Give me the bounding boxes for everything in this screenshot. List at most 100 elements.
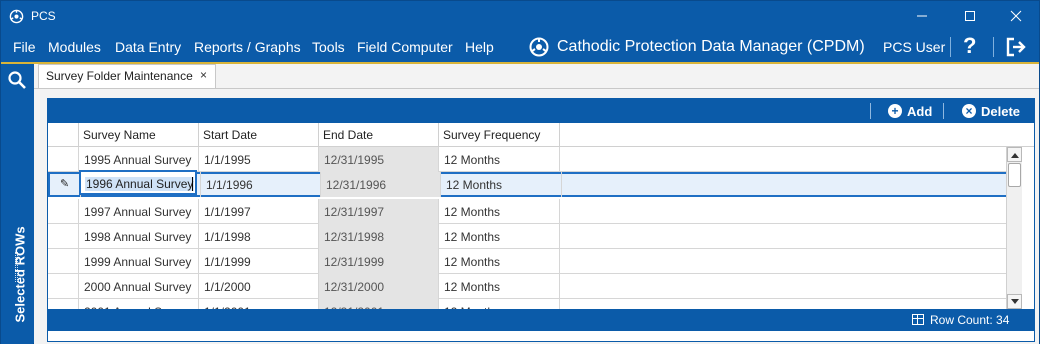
table-row[interactable]: 1999 Annual Survey 1/1/1999 12/31/1999 12 M… bbox=[48, 249, 1008, 274]
survey-data-grid: Survey Name Start Date End Date Survey F… bbox=[48, 123, 1034, 309]
minimize-button[interactable] bbox=[899, 1, 945, 31]
cell-end-date[interactable]: 12/31/2001 bbox=[319, 299, 439, 309]
cell-start-date[interactable]: 1/1/1995 bbox=[199, 147, 319, 172]
row-indicator[interactable] bbox=[48, 274, 79, 299]
row-filler bbox=[560, 147, 1008, 172]
menu-data-entry[interactable]: Data Entry bbox=[115, 39, 181, 55]
table-row[interactable]: 2000 Annual Survey 1/1/2000 12/31/2000 12 M… bbox=[48, 274, 1008, 299]
cell-end-date[interactable]: 12/31/2000 bbox=[319, 274, 439, 299]
row-indicator[interactable] bbox=[48, 224, 79, 249]
table-row[interactable]: 1997 Annual Survey 1/1/1997 12/31/1997 12 M… bbox=[48, 199, 1008, 224]
table-row[interactable]: 1995 Annual Survey 1/1/1995 12/31/1995 12 M… bbox=[48, 147, 1008, 172]
table-row[interactable]: 1998 Annual Survey 1/1/1998 12/31/1998 12 M… bbox=[48, 224, 1008, 249]
delete-button[interactable]: × Delete bbox=[962, 102, 1020, 120]
cell-survey-frequency[interactable]: 12 Months bbox=[439, 274, 560, 299]
window-title: PCS bbox=[31, 9, 56, 23]
cell-survey-frequency[interactable]: 12 Months bbox=[439, 147, 560, 172]
delete-button-label: Delete bbox=[981, 103, 1021, 119]
cell-start-date[interactable]: 1/1/1998 bbox=[199, 224, 319, 249]
row-indicator[interactable] bbox=[48, 199, 79, 224]
cell-survey-frequency[interactable]: 12 Months bbox=[439, 224, 560, 249]
scroll-down-button[interactable] bbox=[1007, 294, 1022, 309]
grid-header: Survey Name Start Date End Date Survey F… bbox=[48, 123, 1034, 147]
scroll-up-button[interactable] bbox=[1007, 147, 1022, 162]
cell-end-date[interactable]: 12/31/1997 bbox=[319, 199, 439, 224]
cell-survey-name[interactable]: 1997 Annual Survey bbox=[79, 199, 199, 224]
cell-end-date[interactable]: 12/31/1996 bbox=[321, 172, 441, 197]
cell-end-date[interactable]: 12/31/1998 bbox=[319, 224, 439, 249]
cell-survey-frequency[interactable]: 12 Months bbox=[439, 249, 560, 274]
row-indicator[interactable] bbox=[48, 299, 79, 309]
cell-survey-frequency[interactable]: 12 Months bbox=[439, 199, 560, 224]
tab-strip-border bbox=[34, 88, 1039, 89]
user-name[interactable]: PCS User bbox=[883, 39, 945, 55]
table-row[interactable]: ✎ 1996 Annual Survey 1/1/1996 12/31/1996 12 … bbox=[48, 170, 1010, 197]
cell-survey-name[interactable]: 1999 Annual Survey bbox=[79, 249, 199, 274]
close-window-button[interactable] bbox=[993, 1, 1039, 31]
content-area: Survey Folder Maintenance × + Add × Dele… bbox=[34, 64, 1039, 344]
cell-end-date[interactable]: 12/31/1999 bbox=[319, 249, 439, 274]
row-indicator-header bbox=[48, 123, 79, 147]
menu-field-computer[interactable]: Field Computer bbox=[357, 39, 453, 55]
cell-survey-frequency[interactable]: 12 Months bbox=[441, 172, 562, 197]
column-header-survey-name[interactable]: Survey Name bbox=[79, 123, 199, 147]
grid-status-bar: Row Count: 34 bbox=[48, 309, 1034, 331]
cell-survey-name[interactable]: 2000 Annual Survey bbox=[79, 274, 199, 299]
cell-start-date[interactable]: 1/1/2000 bbox=[199, 274, 319, 299]
x-circle-icon: × bbox=[962, 104, 976, 118]
table-row[interactable]: 2001 Annual Survey1/1/200112/31/200112 M… bbox=[48, 299, 1008, 309]
survey-name-edit-input[interactable]: 1996 Annual Survey bbox=[79, 170, 197, 195]
table-icon bbox=[912, 314, 924, 325]
cell-survey-name[interactable]: 2001 Annual Survey bbox=[79, 299, 199, 309]
cell-survey-name[interactable]: 1995 Annual Survey bbox=[79, 147, 199, 172]
menu-tools[interactable]: Tools bbox=[312, 39, 345, 55]
brand-logo-icon bbox=[529, 37, 549, 57]
column-header-start-date[interactable]: Start Date bbox=[199, 123, 319, 147]
maximize-button[interactable] bbox=[947, 1, 993, 31]
column-header-survey-frequency[interactable]: Survey Frequency bbox=[439, 123, 560, 147]
help-icon[interactable]: ? bbox=[963, 33, 976, 59]
cell-start-date[interactable]: 1/1/1997 bbox=[199, 199, 319, 224]
row-filler bbox=[560, 274, 1008, 299]
toolbar-divider bbox=[870, 103, 871, 119]
tab-survey-folder-maintenance[interactable]: Survey Folder Maintenance × bbox=[38, 64, 216, 88]
vertical-scrollbar[interactable] bbox=[1006, 147, 1022, 309]
text-caret bbox=[192, 177, 193, 191]
menu-divider bbox=[993, 37, 994, 57]
menu-modules[interactable]: Modules bbox=[48, 39, 101, 55]
menu-reports-graphs[interactable]: Reports / Graphs bbox=[194, 39, 301, 55]
cell-start-date[interactable]: 1/1/1999 bbox=[199, 249, 319, 274]
search-icon[interactable] bbox=[7, 70, 27, 90]
row-indicator[interactable] bbox=[48, 147, 79, 172]
cell-start-date[interactable]: 1/1/1996 bbox=[201, 172, 321, 197]
tab-close-icon[interactable]: × bbox=[200, 68, 207, 82]
app-window: PCS File Modules Data Entry Reports / Gr… bbox=[0, 0, 1040, 344]
selected-rows-panel-label[interactable]: Selected ROWs bbox=[13, 226, 28, 322]
column-header-end-date[interactable]: End Date bbox=[319, 123, 439, 147]
toolbar-divider bbox=[943, 103, 944, 119]
app-icon bbox=[9, 9, 24, 24]
cell-survey-name[interactable]: 1998 Annual Survey bbox=[79, 224, 199, 249]
add-button[interactable]: + Add bbox=[888, 102, 932, 120]
menu-divider bbox=[950, 37, 951, 57]
tab-label: Survey Folder Maintenance bbox=[46, 69, 193, 83]
cell-end-date[interactable]: 12/31/1995 bbox=[319, 147, 439, 172]
cell-start-date[interactable]: 1/1/2001 bbox=[199, 299, 319, 309]
scroll-down-icon bbox=[1010, 298, 1019, 304]
row-filler bbox=[560, 224, 1008, 249]
left-sidebar: Selected ROWs bbox=[1, 64, 33, 344]
cell-survey-frequency[interactable]: 12 Months bbox=[439, 299, 560, 309]
row-filler bbox=[560, 299, 1008, 309]
scroll-thumb[interactable] bbox=[1008, 163, 1021, 187]
logout-icon[interactable] bbox=[1005, 36, 1027, 58]
row-indicator[interactable]: ✎ bbox=[50, 172, 81, 197]
cell-survey-name[interactable]: 1996 Annual Survey bbox=[79, 170, 201, 197]
edit-pencil-icon: ✎ bbox=[60, 178, 70, 190]
row-indicator[interactable] bbox=[48, 249, 79, 274]
title-bar: PCS bbox=[1, 1, 1039, 33]
row-filler bbox=[562, 172, 1010, 197]
row-count: Row Count: 34 bbox=[930, 313, 1010, 327]
menu-file[interactable]: File bbox=[13, 39, 36, 55]
menu-help[interactable]: Help bbox=[465, 39, 494, 55]
row-filler bbox=[560, 249, 1008, 274]
